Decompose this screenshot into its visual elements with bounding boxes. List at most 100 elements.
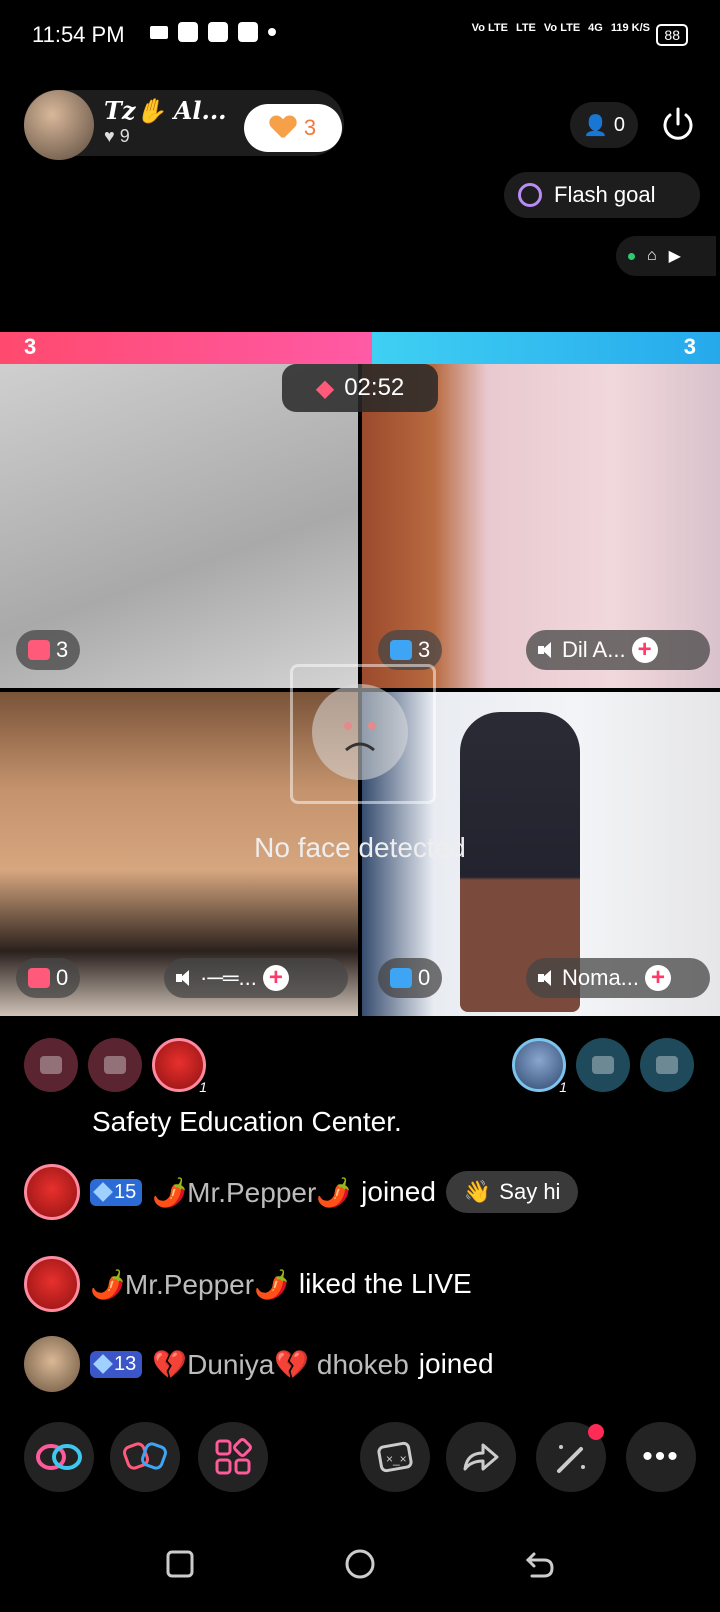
battery-indicator: 88 xyxy=(656,24,688,46)
share-arrow-icon xyxy=(463,1443,499,1471)
power-icon[interactable] xyxy=(658,104,698,144)
gift-count: 3 xyxy=(56,637,69,662)
diamond-icon xyxy=(93,1354,113,1374)
guest-name: ·─═... xyxy=(200,965,257,990)
flash-goal-button[interactable]: Flash goal xyxy=(504,172,700,218)
host-likes: ♥ 9 xyxy=(104,126,130,147)
sad-face-icon xyxy=(312,684,408,780)
link-button[interactable] xyxy=(24,1422,94,1492)
chat-message: 🌶️Mr.Pepper🌶️ liked the LIVE xyxy=(24,1256,472,1312)
add-icon[interactable]: + xyxy=(645,965,672,991)
battle-icon: ◆ xyxy=(315,374,335,402)
video-tile[interactable]: 3 Dil A... + xyxy=(362,364,720,688)
network-speed: 119 K/S xyxy=(610,22,650,34)
level-badge: 13 xyxy=(90,1350,143,1378)
app-notification-icon xyxy=(208,22,228,42)
host-avatar[interactable] xyxy=(24,90,94,160)
viewer-count-button[interactable]: 👤 0 xyxy=(570,102,638,148)
heart-icon: ♥ xyxy=(104,126,115,146)
network-label: LTE xyxy=(515,22,536,34)
add-icon[interactable]: + xyxy=(631,637,658,663)
say-hi-button[interactable]: 👋 Say hi xyxy=(445,1171,579,1213)
heart-icon xyxy=(270,116,296,140)
gift-icon xyxy=(390,640,412,660)
host-likes-count: 9 xyxy=(119,126,130,146)
network-label: Vo LTE xyxy=(543,22,581,34)
chat-username[interactable]: 💔Duniya💔 dhokeb xyxy=(152,1348,409,1381)
home-icon: ⌂ xyxy=(647,247,657,264)
battle-score-left: 3 xyxy=(24,334,37,359)
signal-indicators: Vo LTE LTE Vo LTE 4G 119 K/S xyxy=(472,22,650,34)
seat-icon xyxy=(40,1056,62,1074)
battle-timer-text: 02:52 xyxy=(344,374,405,401)
gift-icon xyxy=(28,968,50,988)
video-tile[interactable]: 3 xyxy=(0,364,358,688)
viewer-seat-avatar[interactable]: 1 xyxy=(512,1038,567,1095)
host-name: Tz✋ Al... xyxy=(104,96,227,125)
chat-message: 13 💔Duniya💔 dhokeb joined xyxy=(24,1336,494,1392)
guest-name: Dil A... xyxy=(562,637,626,662)
back-icon[interactable] xyxy=(524,1548,556,1580)
follow-button[interactable]: 3 xyxy=(244,104,342,152)
gift-badge[interactable]: 0 xyxy=(378,958,443,998)
apps-grid-icon xyxy=(215,1438,252,1475)
speaker-icon xyxy=(538,969,556,987)
battle-timer: ◆ 02:52 xyxy=(282,364,438,412)
empty-seat[interactable] xyxy=(88,1038,142,1092)
person-icon: 👤 xyxy=(582,114,608,137)
chat-avatar[interactable] xyxy=(24,1336,80,1392)
recent-apps-icon[interactable] xyxy=(164,1548,196,1580)
play-icon: ▶ xyxy=(668,248,681,265)
seat-icon xyxy=(592,1056,614,1074)
seat-icon xyxy=(104,1056,126,1074)
link-icon xyxy=(36,1444,82,1470)
apps-button[interactable] xyxy=(198,1422,268,1492)
battle-bar-left xyxy=(0,332,372,364)
add-icon[interactable]: + xyxy=(262,965,289,991)
viewer-seat-avatar[interactable]: 1 xyxy=(152,1038,207,1095)
video-camera-icon xyxy=(150,25,168,39)
guest-name-pill[interactable]: ·─═... + xyxy=(164,958,348,998)
app-notification-icon xyxy=(178,22,198,42)
gift-badge[interactable]: 0 xyxy=(16,958,81,998)
level-badge: 15 xyxy=(90,1178,143,1206)
system-message: Safety Education Center. xyxy=(92,1106,402,1137)
status-time: 11:54 PM xyxy=(32,22,125,47)
chat-action: joined xyxy=(418,1348,494,1379)
target-icon xyxy=(518,183,542,207)
gift-icon xyxy=(390,968,412,988)
app-notification-icon xyxy=(238,22,258,42)
gift-badge[interactable]: 3 xyxy=(16,630,81,670)
home-icon[interactable] xyxy=(344,1548,376,1580)
seat-icon xyxy=(656,1056,678,1074)
svg-text:×_×: ×_× xyxy=(386,1452,407,1466)
more-button[interactable]: ••• xyxy=(626,1422,696,1492)
gift-count: 3 xyxy=(418,637,431,662)
seat-rank: 1 xyxy=(199,1079,207,1095)
chat-avatar[interactable] xyxy=(24,1256,80,1312)
more-dots-icon: ••• xyxy=(642,1440,680,1473)
level-number: 15 xyxy=(114,1180,137,1203)
level-number: 13 xyxy=(114,1352,137,1375)
sad-face-glyph xyxy=(344,722,376,752)
empty-seat[interactable] xyxy=(640,1038,694,1092)
effects-button[interactable]: ×_× xyxy=(360,1422,430,1492)
guest-name-pill[interactable]: Dil A... + xyxy=(526,630,710,670)
network-label: Vo LTE xyxy=(471,22,508,34)
share-button[interactable] xyxy=(446,1422,516,1492)
live-mini-controls[interactable]: ⌂ ▶ xyxy=(616,236,716,276)
guest-name-pill[interactable]: Noma... + xyxy=(526,958,710,998)
status-dot-icon xyxy=(628,252,635,260)
empty-seat[interactable] xyxy=(24,1038,78,1092)
chat-username[interactable]: 🌶️Mr.Pepper🌶️ xyxy=(152,1176,351,1209)
battle-button[interactable] xyxy=(110,1422,180,1492)
viewer-count: 0 xyxy=(613,113,626,136)
chat-message: 15 🌶️Mr.Pepper🌶️ joined 👋 Say hi xyxy=(24,1164,579,1220)
chat-username[interactable]: 🌶️Mr.Pepper🌶️ xyxy=(90,1268,289,1301)
magic-wand-icon xyxy=(557,1445,585,1473)
chat-action: liked the LIVE xyxy=(298,1268,472,1299)
gift-count: 0 xyxy=(418,965,431,990)
battle-score-right: 3 xyxy=(683,334,696,359)
chat-avatar[interactable] xyxy=(24,1164,80,1220)
empty-seat[interactable] xyxy=(576,1038,630,1092)
